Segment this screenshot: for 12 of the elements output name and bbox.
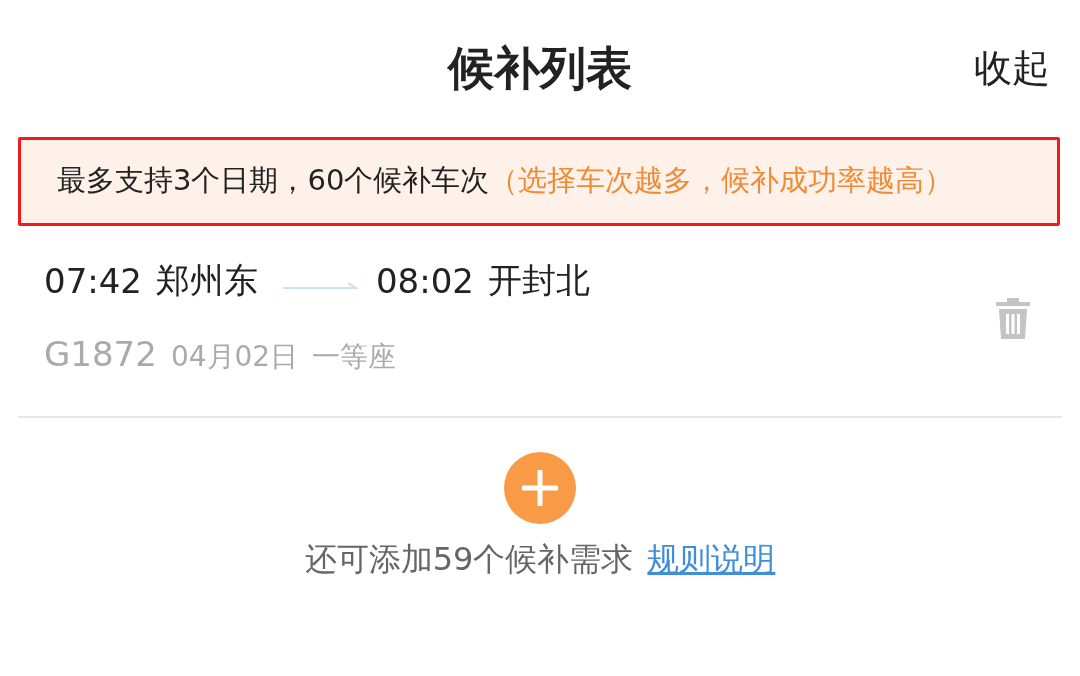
depart-time: 07:42 xyxy=(44,261,142,301)
remaining-count-text: 还可添加59个候补需求 xyxy=(304,539,634,580)
arrive-station: 开封北 xyxy=(487,259,590,302)
list-title: 候补列表 xyxy=(446,39,633,97)
seat-class: 一等座 xyxy=(312,339,397,375)
notice-text: 最多支持3个日期，60个候补车次 xyxy=(57,163,490,197)
travel-date: 04月02日 xyxy=(170,339,299,375)
train-number: G1872 xyxy=(44,334,157,374)
arrive-time: 08:02 xyxy=(376,261,474,301)
notice-hint: （选择车次越多，候补成功率越高） xyxy=(489,163,954,197)
collapse-button[interactable]: 收起 xyxy=(950,43,1050,94)
depart-station: 郑州东 xyxy=(156,259,258,302)
